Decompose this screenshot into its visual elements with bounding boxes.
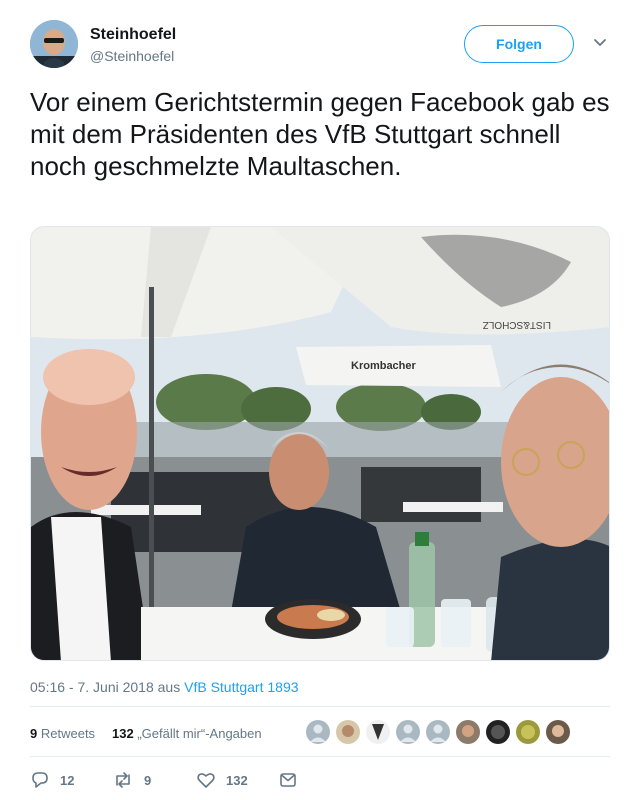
like-button[interactable]: 132 (196, 768, 248, 792)
heart-icon (197, 773, 215, 788)
reply-icon (32, 772, 48, 788)
retweets-count: 9 (30, 726, 38, 741)
tweet-text: Vor einem Gerichtstermin gegen Facebook … (30, 87, 610, 181)
message-icon (280, 773, 296, 787)
retweet-count: 9 (144, 772, 152, 788)
user-name[interactable]: Steinhoefel (90, 26, 176, 44)
tweet-photo[interactable]: LIST&SCHOLZ Krombacher (30, 226, 610, 661)
tweet-stats: 9 Retweets 132 „Gefällt mir“-Angaben (30, 720, 610, 748)
likes-label: „Gefällt mir“-Angaben (137, 726, 262, 741)
liker-avatar[interactable] (306, 720, 330, 744)
liker-avatar[interactable] (516, 720, 540, 744)
retweets-label: Retweets (40, 726, 96, 741)
tweet-header: Steinhoefel @Steinhoefel Folgen (30, 20, 610, 72)
tweet-source[interactable]: VfB Stuttgart 1893 (184, 679, 298, 695)
like-count: 132 (226, 772, 248, 788)
liker-avatar[interactable] (546, 720, 570, 744)
liker-avatar[interactable] (366, 720, 390, 744)
tweet-time[interactable]: 05:16 - 7. Juni 2018 aus (30, 679, 184, 695)
caret-down-icon[interactable] (592, 34, 608, 50)
liker-avatar[interactable] (336, 720, 360, 744)
liker-avatar[interactable] (426, 720, 450, 744)
tweet-actions: 12 9 132 (30, 768, 330, 794)
avatar[interactable] (30, 20, 78, 68)
tweet-timestamp: 05:16 - 7. Juni 2018 aus VfB Stuttgart 1… (30, 679, 299, 695)
likes-stat[interactable]: 132 „Gefällt mir“-Angaben (112, 726, 262, 741)
user-handle[interactable]: @Steinhoefel (90, 48, 174, 64)
likes-count: 132 (112, 726, 134, 741)
liker-avatar[interactable] (456, 720, 480, 744)
retweet-button[interactable]: 9 (112, 768, 151, 792)
reply-button[interactable]: 12 (30, 768, 74, 792)
reply-count: 12 (60, 772, 75, 788)
liker-avatar[interactable] (486, 720, 510, 744)
retweets-stat[interactable]: 9 Retweets (30, 726, 95, 741)
follow-button[interactable]: Folgen (464, 25, 574, 63)
retweet-icon (116, 772, 130, 788)
divider (30, 756, 610, 757)
umbrella-text-2: Krombacher (351, 360, 417, 372)
liker-avatar[interactable] (396, 720, 420, 744)
divider (30, 706, 610, 707)
umbrella-text-1: LIST&SCHOLZ (483, 319, 551, 330)
message-button[interactable] (278, 768, 308, 792)
